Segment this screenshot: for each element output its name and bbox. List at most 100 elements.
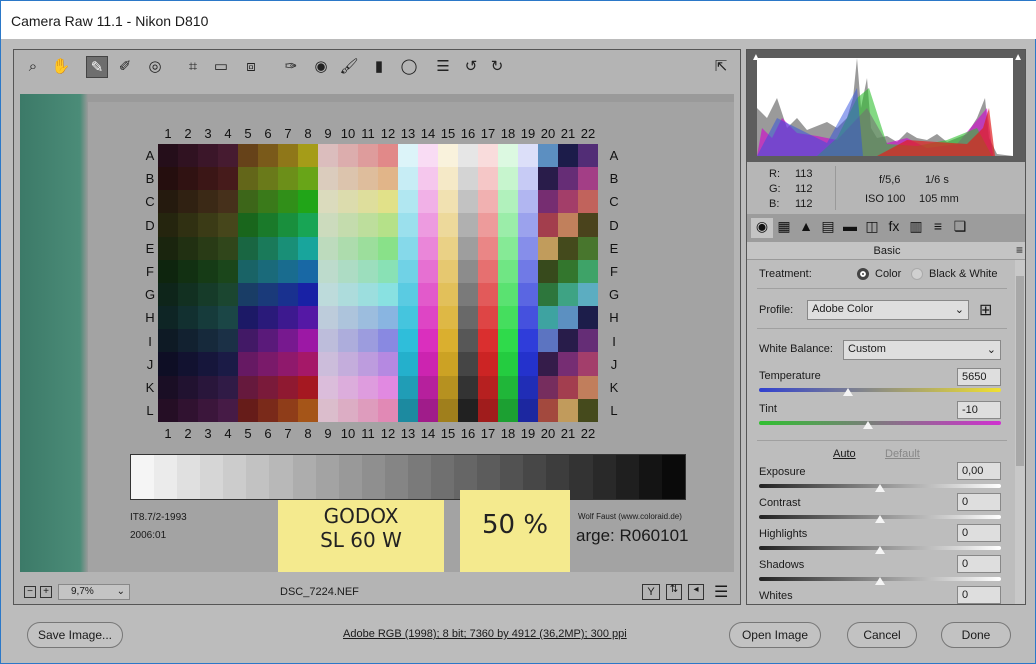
gray-patch — [431, 455, 455, 499]
before-after-view-icon[interactable]: Y — [642, 584, 660, 600]
rotate-left-icon[interactable]: ↺ — [460, 56, 482, 78]
swap-settings-icon[interactable]: ⇅ — [666, 584, 682, 600]
color-patch — [218, 282, 238, 307]
panel-tab-9[interactable]: ❏ — [949, 218, 971, 238]
temperature-input[interactable]: 5650 — [957, 368, 1001, 386]
color-patch — [298, 167, 318, 191]
color-patch — [358, 306, 378, 330]
whites-input[interactable]: 0 — [957, 586, 1001, 604]
save-image-button[interactable]: Save Image... — [27, 622, 123, 648]
rotate-right-icon[interactable]: ↻ — [486, 56, 508, 78]
temperature-slider[interactable] — [759, 388, 1001, 392]
spot-removal-icon[interactable]: ✑ — [280, 56, 302, 78]
exposure-input[interactable]: 0,00 — [957, 462, 1001, 480]
row-label: I — [148, 333, 152, 349]
radio-black-white[interactable] — [911, 268, 923, 280]
temperature-slider-thumb[interactable] — [843, 388, 853, 396]
panel-menu-icon[interactable]: ≡ — [1016, 243, 1023, 257]
color-patch — [398, 236, 418, 260]
panel-tabs: ◉ ▦ ▲ ▤ ▬ ◫ fx ▥ ≡ ❏ — [747, 214, 1025, 242]
profile-label: Profile: — [759, 304, 794, 316]
zoom-out-button[interactable]: − — [24, 586, 36, 598]
default-button[interactable]: Default — [885, 448, 920, 460]
panel-tab-5[interactable]: ◫ — [861, 218, 883, 238]
toggle-fullscreen-button[interactable]: ⇱ — [710, 56, 732, 78]
column-label: 1 — [164, 426, 172, 441]
view-settings-icon[interactable]: ☰ — [714, 582, 728, 602]
color-patch — [458, 282, 478, 307]
color-patch — [198, 213, 218, 237]
workflow-options-link[interactable]: Adobe RGB (1998); 8 bit; 7360 by 4912 (3… — [343, 628, 627, 640]
panel-tab-6[interactable]: fx — [883, 218, 905, 238]
red-eye-icon[interactable]: ◉ — [310, 56, 332, 78]
radial-filter-icon[interactable]: ◯ — [398, 56, 420, 78]
adjustment-brush-icon[interactable]: 🖌 — [338, 56, 360, 78]
column-label: 13 — [400, 426, 416, 441]
hand-icon[interactable]: ✋ — [50, 56, 72, 78]
radio-color[interactable] — [857, 268, 869, 280]
gray-patch — [592, 455, 616, 499]
panel-tab-8[interactable]: ≡ — [927, 218, 949, 238]
targeted-adjustment-icon[interactable]: ◎ — [144, 56, 166, 78]
highlights-slider-thumb[interactable] — [875, 546, 885, 554]
color-patch — [398, 190, 418, 214]
panel-tab-7[interactable]: ▥ — [905, 218, 927, 238]
column-label: 5 — [244, 426, 252, 441]
panel-tab-3[interactable]: ▤ — [817, 218, 839, 238]
done-button[interactable]: Done — [941, 622, 1011, 648]
zoom-level-select[interactable]: 9,7% ⌄ — [58, 584, 130, 600]
transform-icon[interactable]: ⧈ — [240, 56, 262, 78]
crop-icon[interactable]: ⌗ — [182, 56, 204, 78]
shadows-input[interactable]: 0 — [957, 555, 1001, 573]
graduated-filter-icon[interactable]: ▮ — [368, 56, 390, 78]
color-patch — [318, 259, 338, 283]
color-patch — [258, 398, 278, 422]
tint-slider[interactable] — [759, 421, 1001, 425]
tint-input[interactable]: -10 — [957, 401, 1001, 419]
panel-tab-0[interactable]: ◉ — [751, 218, 773, 238]
panel-tab-1[interactable]: ▦ — [773, 218, 795, 238]
zoom-in-button[interactable]: + — [40, 586, 52, 598]
contrast-slider-thumb[interactable] — [875, 515, 885, 523]
cancel-button[interactable]: Cancel — [847, 622, 917, 648]
white-balance-icon[interactable]: ✎ — [86, 56, 108, 78]
panel-tab-2[interactable]: ▲ — [795, 218, 817, 238]
contrast-input[interactable]: 0 — [957, 493, 1001, 511]
color-patch — [558, 190, 578, 214]
exposure-slider-thumb[interactable] — [875, 484, 885, 492]
straighten-icon[interactable]: ▭ — [210, 56, 232, 78]
highlights-input[interactable]: 0 — [957, 524, 1001, 542]
highlight-clipping-icon[interactable]: ▲ — [1013, 52, 1023, 63]
color-sampler-icon[interactable]: ✐ — [114, 56, 136, 78]
color-patch — [418, 329, 438, 353]
panel-tab-4[interactable]: ▬ — [839, 218, 861, 238]
color-patch — [238, 236, 258, 260]
open-image-button[interactable]: Open Image — [729, 622, 821, 648]
row-label: C — [145, 194, 155, 210]
tint-slider-thumb[interactable] — [863, 421, 873, 429]
color-patch — [298, 306, 318, 330]
profile-select[interactable]: Adobe Color ⌄ — [807, 300, 969, 320]
color-patch — [438, 259, 458, 283]
color-patch — [438, 306, 458, 330]
color-patch — [238, 375, 258, 399]
zoom-icon[interactable]: ⌕ — [22, 56, 44, 78]
auto-button[interactable]: Auto — [833, 448, 856, 460]
column-label: 1 — [164, 126, 172, 141]
column-label: 4 — [224, 126, 232, 141]
panel-scrollbar[interactable] — [1015, 260, 1025, 604]
copy-settings-icon[interactable]: ◂ — [688, 584, 704, 600]
column-label: 3 — [204, 426, 212, 441]
r-label: R: — [769, 168, 780, 180]
white-balance-select[interactable]: Custom ⌄ — [843, 340, 1001, 360]
profile-browser-icon[interactable]: ⊞ — [979, 300, 992, 320]
column-label: 16 — [460, 126, 476, 141]
image-preview[interactable]: 1 1 2 2 3 3 4 4 5 5 6 6 7 7 8 8 9 9 10 10 11 11 12 12 13 13 14 14 15… — [20, 94, 734, 572]
shadows-slider-thumb[interactable] — [875, 577, 885, 585]
presets-list-icon[interactable]: ☰ — [432, 56, 454, 78]
color-patch — [378, 213, 398, 237]
column-label: 14 — [420, 126, 436, 141]
column-label: 20 — [540, 426, 556, 441]
color-patch — [558, 236, 578, 260]
color-patch — [558, 306, 578, 330]
